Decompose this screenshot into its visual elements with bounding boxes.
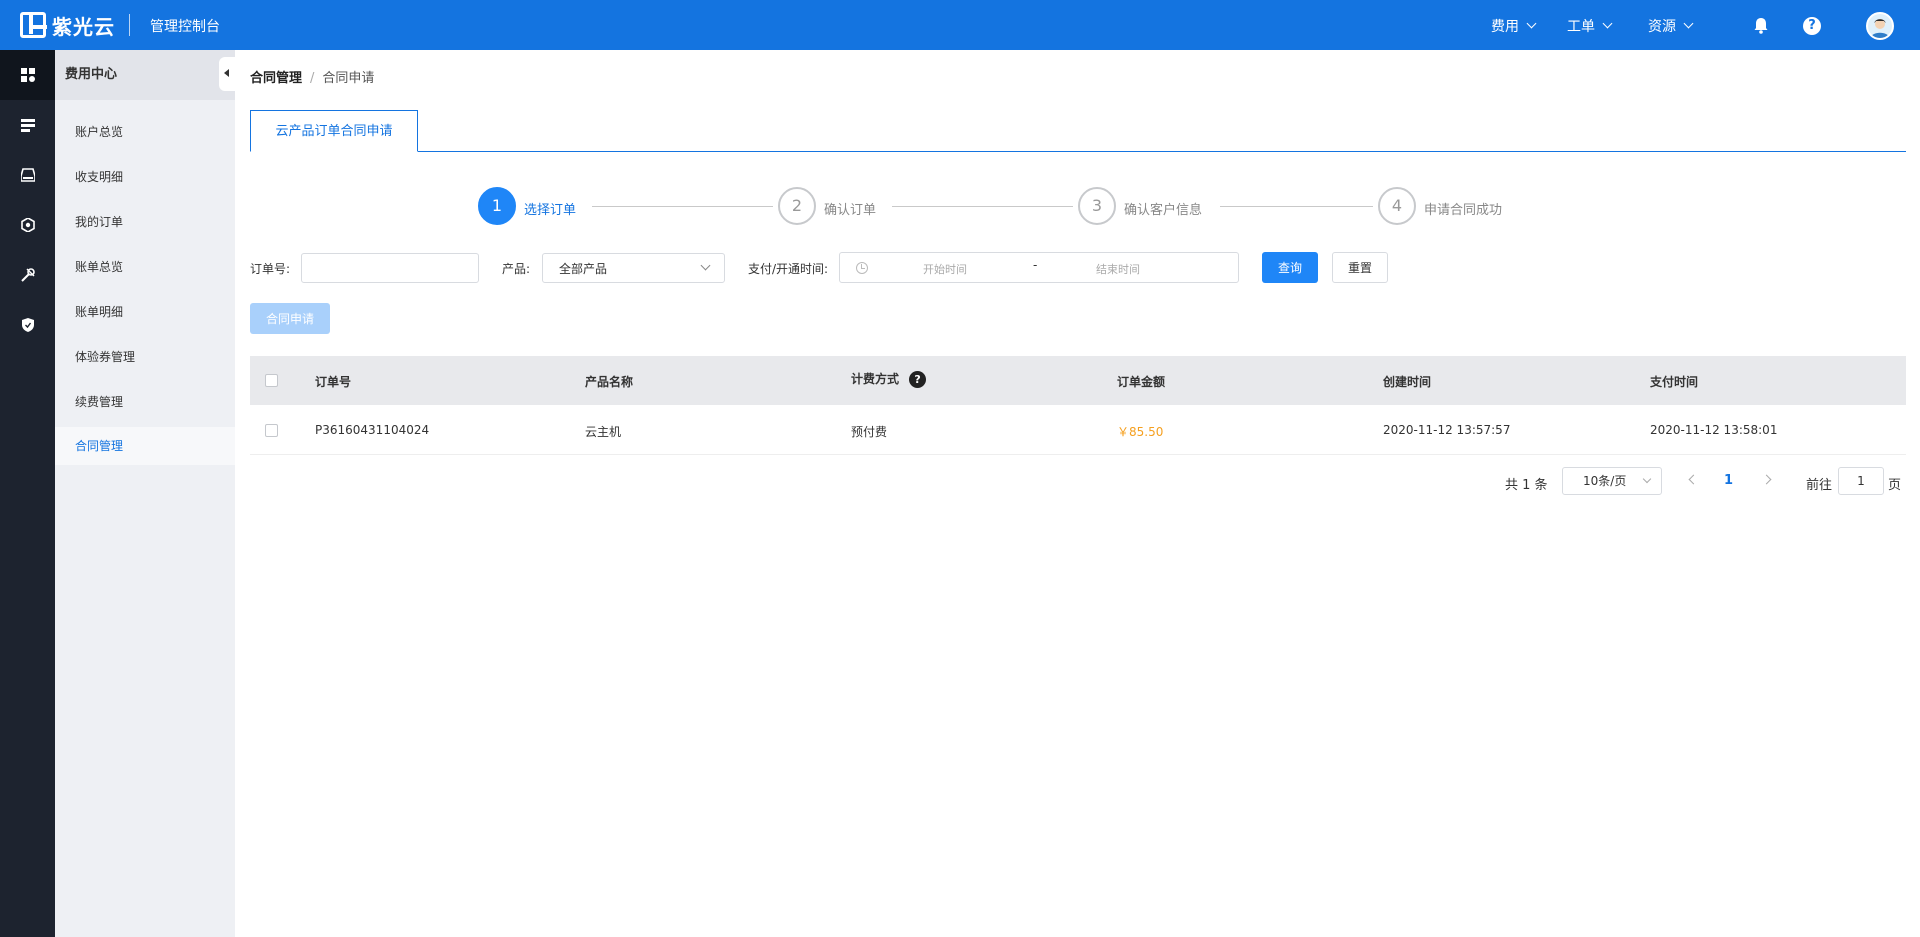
- order-no-label: 订单号:: [250, 262, 291, 276]
- network-icon: [20, 218, 35, 232]
- bell-icon[interactable]: [1753, 17, 1769, 34]
- step-3-circle: 3: [1078, 187, 1116, 225]
- server-icon: [20, 119, 35, 132]
- breadcrumb-separator: /: [310, 71, 315, 86]
- goto-label: 前往: [1806, 478, 1833, 493]
- sidebar-item-account-overview[interactable]: 账户总览: [55, 113, 235, 151]
- tab-cloud-order-contract[interactable]: 云产品订单合同申请: [250, 110, 418, 152]
- menu-tickets[interactable]: 工单: [1567, 16, 1613, 36]
- nav-network[interactable]: [0, 200, 55, 250]
- step-4-circle: 4: [1378, 187, 1416, 225]
- cell-amount: ￥85.50: [1117, 425, 1164, 439]
- nav-dashboard[interactable]: [0, 50, 55, 100]
- table-row[interactable]: P36160431104024 云主机 预付费 ￥85.50 2020-11-1…: [250, 405, 1906, 455]
- step-connector: [1220, 206, 1373, 207]
- sidebar-item-my-orders[interactable]: 我的订单: [55, 203, 235, 241]
- next-page-icon[interactable]: [1761, 474, 1772, 485]
- step-1-label: 选择订单: [524, 203, 577, 218]
- shield-icon: [21, 318, 34, 332]
- time-label: 支付/开通时间:: [748, 262, 829, 276]
- secondary-sidebar: 费用中心 账户总览 收支明细 我的订单 账单总览 账单明细 体验券管理 续费管理…: [55, 50, 235, 937]
- tab-underline: [250, 151, 1906, 152]
- current-page[interactable]: 1: [1724, 473, 1733, 488]
- chevron-down-icon: [1526, 18, 1537, 29]
- menu-resources-label: 资源: [1648, 19, 1676, 35]
- col-amount: 订单金额: [1117, 375, 1166, 389]
- prev-page-icon[interactable]: [1688, 474, 1699, 485]
- end-date-input[interactable]: 结束时间: [1096, 261, 1140, 277]
- dashboard-icon: [20, 68, 35, 82]
- step-2-circle: 2: [778, 187, 816, 225]
- cell-order-no: P36160431104024: [315, 423, 430, 437]
- breadcrumb: 合同管理 / 合同申请: [250, 67, 374, 86]
- step-2-label: 确认订单: [824, 203, 877, 218]
- clock-icon: [856, 262, 868, 274]
- col-billing-method: 计费方式?: [851, 370, 927, 388]
- menu-fees[interactable]: 费用: [1491, 16, 1537, 36]
- cell-created: 2020-11-12 13:57:57: [1383, 423, 1511, 437]
- row-checkbox[interactable]: [265, 424, 278, 437]
- nav-tools[interactable]: [0, 250, 55, 300]
- col-created-time: 创建时间: [1383, 375, 1432, 389]
- menu-resources[interactable]: 资源: [1648, 16, 1694, 36]
- cell-paid: 2020-11-12 13:58:01: [1650, 423, 1778, 437]
- col-billing-label: 计费方式: [851, 372, 900, 386]
- product-label: 产品:: [502, 262, 531, 276]
- col-order-no: 订单号: [315, 375, 352, 389]
- breadcrumb-current: 合同申请: [322, 71, 375, 86]
- reset-button[interactable]: 重置: [1332, 252, 1388, 283]
- question-icon[interactable]: ?: [909, 371, 927, 388]
- drive-icon: [20, 168, 35, 182]
- date-range-picker[interactable]: 开始时间 - 结束时间: [839, 252, 1239, 283]
- step-1-circle: 1: [478, 187, 516, 225]
- query-button[interactable]: 查询: [1262, 252, 1318, 283]
- menu-fees-label: 费用: [1491, 19, 1519, 35]
- brand-logo[interactable]: 紫光云: [20, 12, 115, 39]
- cell-product: 云主机: [585, 425, 622, 439]
- table-header: 订单号 产品名称 计费方式? 订单金额 创建时间 支付时间: [250, 356, 1906, 405]
- select-all-checkbox[interactable]: [265, 374, 278, 387]
- page-suffix: 页: [1888, 478, 1902, 493]
- nav-storage[interactable]: [0, 100, 55, 150]
- logo-icon: [20, 12, 47, 38]
- breadcrumb-root[interactable]: 合同管理: [250, 71, 302, 86]
- user-avatar[interactable]: [1866, 12, 1894, 40]
- step-connector: [892, 206, 1073, 207]
- help-icon[interactable]: ?: [1803, 17, 1821, 35]
- sidebar-item-vouchers[interactable]: 体验券管理: [55, 338, 235, 376]
- sidebar-item-renewal[interactable]: 续费管理: [55, 383, 235, 421]
- nav-disk[interactable]: [0, 150, 55, 200]
- top-navbar: 紫光云 管理控制台 费用 工单 资源 ?: [0, 0, 1920, 50]
- page-size-value: 10条/页: [1583, 474, 1627, 488]
- icon-sidebar: [0, 50, 55, 937]
- sidebar-item-income-expense[interactable]: 收支明细: [55, 158, 235, 196]
- pagination-total: 共 1 条: [1505, 478, 1548, 493]
- col-product-name: 产品名称: [585, 375, 634, 389]
- menu-tickets-label: 工单: [1567, 19, 1595, 35]
- cell-billing: 预付费: [851, 425, 888, 439]
- brand-name: 紫光云: [52, 14, 115, 39]
- col-paid-time: 支付时间: [1650, 375, 1699, 389]
- apply-contract-button[interactable]: 合同申请: [250, 303, 330, 334]
- sidebar-collapse-toggle[interactable]: [219, 57, 235, 91]
- tools-icon: [20, 268, 35, 282]
- chevron-down-icon: [1602, 18, 1613, 29]
- step-3-label: 确认客户信息: [1124, 203, 1203, 218]
- nav-security[interactable]: [0, 300, 55, 350]
- start-date-input[interactable]: 开始时间: [923, 261, 967, 277]
- sidebar-title: 费用中心: [55, 50, 235, 100]
- product-select-value: 全部产品: [559, 262, 608, 276]
- order-no-input[interactable]: [301, 253, 479, 283]
- console-title[interactable]: 管理控制台: [150, 16, 220, 36]
- header-divider: [129, 14, 130, 36]
- step-connector: [592, 206, 773, 207]
- chevron-down-icon: [1683, 18, 1694, 29]
- sidebar-item-contracts[interactable]: 合同管理: [55, 427, 235, 465]
- sidebar-item-bill-details[interactable]: 账单明细: [55, 293, 235, 331]
- goto-page-input[interactable]: [1838, 467, 1884, 495]
- step-4-label: 申请合同成功: [1424, 203, 1503, 218]
- date-range-separator: -: [1033, 258, 1038, 272]
- sidebar-item-bill-overview[interactable]: 账单总览: [55, 248, 235, 286]
